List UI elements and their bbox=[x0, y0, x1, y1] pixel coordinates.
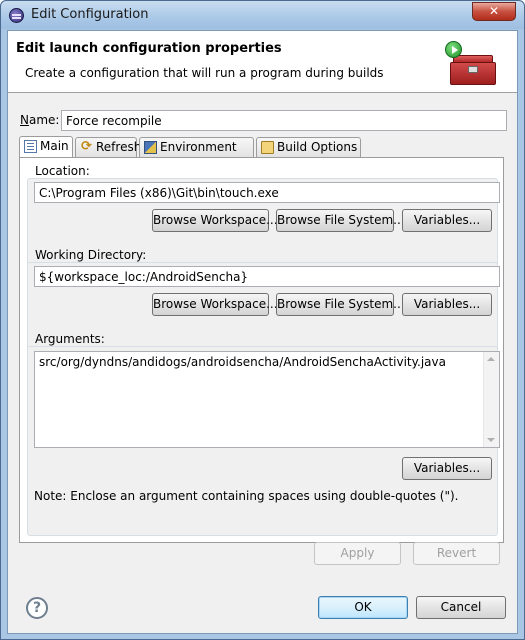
name-input[interactable]: Force recompile bbox=[61, 110, 507, 131]
arguments-textarea[interactable]: src/org/dyndns/andidogs/androidsencha/An… bbox=[34, 351, 500, 448]
location-variables-button[interactable]: Variables... bbox=[402, 209, 492, 232]
dialog-window: Edit Configuration ✕ Edit launch configu… bbox=[0, 0, 525, 640]
tab-build-options-label: Build Options bbox=[277, 140, 358, 154]
working-directory-variables-button[interactable]: Variables... bbox=[402, 293, 492, 316]
tab-refresh[interactable]: ⟳ Refresh bbox=[75, 137, 141, 157]
cancel-button[interactable]: Cancel bbox=[416, 596, 506, 619]
scroll-down-arrow-icon[interactable] bbox=[487, 438, 495, 442]
build-options-icon bbox=[261, 141, 274, 154]
dialog-client-area: Edit launch configuration properties Cre… bbox=[7, 30, 518, 634]
toolbox-run-icon bbox=[444, 41, 498, 86]
tab-environment-label: Environment bbox=[160, 140, 237, 154]
name-label: Name: bbox=[20, 113, 59, 127]
tab-main[interactable]: Main bbox=[19, 136, 73, 157]
run-badge-icon bbox=[445, 41, 462, 58]
working-directory-browse-workspace-button[interactable]: Browse Workspace... bbox=[152, 293, 278, 316]
location-label: Location: bbox=[35, 164, 90, 178]
eclipse-icon bbox=[9, 8, 24, 23]
location-browse-filesystem-button[interactable]: Browse File System... bbox=[276, 209, 405, 232]
working-directory-browse-filesystem-button[interactable]: Browse File System... bbox=[276, 293, 405, 316]
title-bar[interactable]: Edit Configuration ✕ bbox=[1, 1, 524, 29]
scroll-up-arrow-icon[interactable] bbox=[487, 357, 495, 361]
arguments-variables-button[interactable]: Variables... bbox=[402, 457, 492, 480]
environment-icon bbox=[144, 141, 157, 154]
arguments-text: src/org/dyndns/andidogs/androidsencha/An… bbox=[39, 355, 446, 369]
arguments-scrollbar[interactable] bbox=[483, 352, 499, 447]
ok-button[interactable]: OK bbox=[318, 596, 408, 619]
help-icon[interactable]: ? bbox=[26, 597, 48, 619]
location-browse-workspace-button[interactable]: Browse Workspace... bbox=[152, 209, 278, 232]
location-input[interactable]: C:\Program Files (x86)\Git\bin\touch.exe bbox=[34, 182, 500, 203]
name-label-accelerator: N bbox=[20, 113, 29, 127]
apply-button[interactable]: Apply bbox=[314, 542, 401, 565]
toolbox-latch bbox=[468, 66, 478, 73]
arguments-label: Arguments: bbox=[35, 332, 105, 346]
refresh-icon: ⟳ bbox=[81, 139, 92, 154]
header-banner: Edit launch configuration properties Cre… bbox=[8, 31, 517, 93]
name-label-text: ame: bbox=[28, 113, 60, 127]
working-directory-input[interactable]: ${workspace_loc:/AndroidSencha} bbox=[34, 266, 500, 287]
close-button[interactable]: ✕ bbox=[472, 2, 516, 21]
revert-button[interactable]: Revert bbox=[413, 542, 500, 565]
tab-environment[interactable]: Environment bbox=[139, 137, 254, 157]
arguments-note: Note: Enclose an argument containing spa… bbox=[34, 489, 459, 503]
working-directory-label: Working Directory: bbox=[35, 248, 147, 262]
main-tab-icon bbox=[24, 140, 37, 153]
tab-refresh-label: Refresh bbox=[96, 140, 142, 154]
banner-title: Edit launch configuration properties bbox=[16, 41, 282, 56]
window-title: Edit Configuration bbox=[31, 7, 149, 22]
banner-description: Create a configuration that will run a p… bbox=[25, 66, 384, 80]
tab-build-options[interactable]: Build Options bbox=[256, 137, 361, 157]
tab-main-label: Main bbox=[40, 139, 69, 153]
